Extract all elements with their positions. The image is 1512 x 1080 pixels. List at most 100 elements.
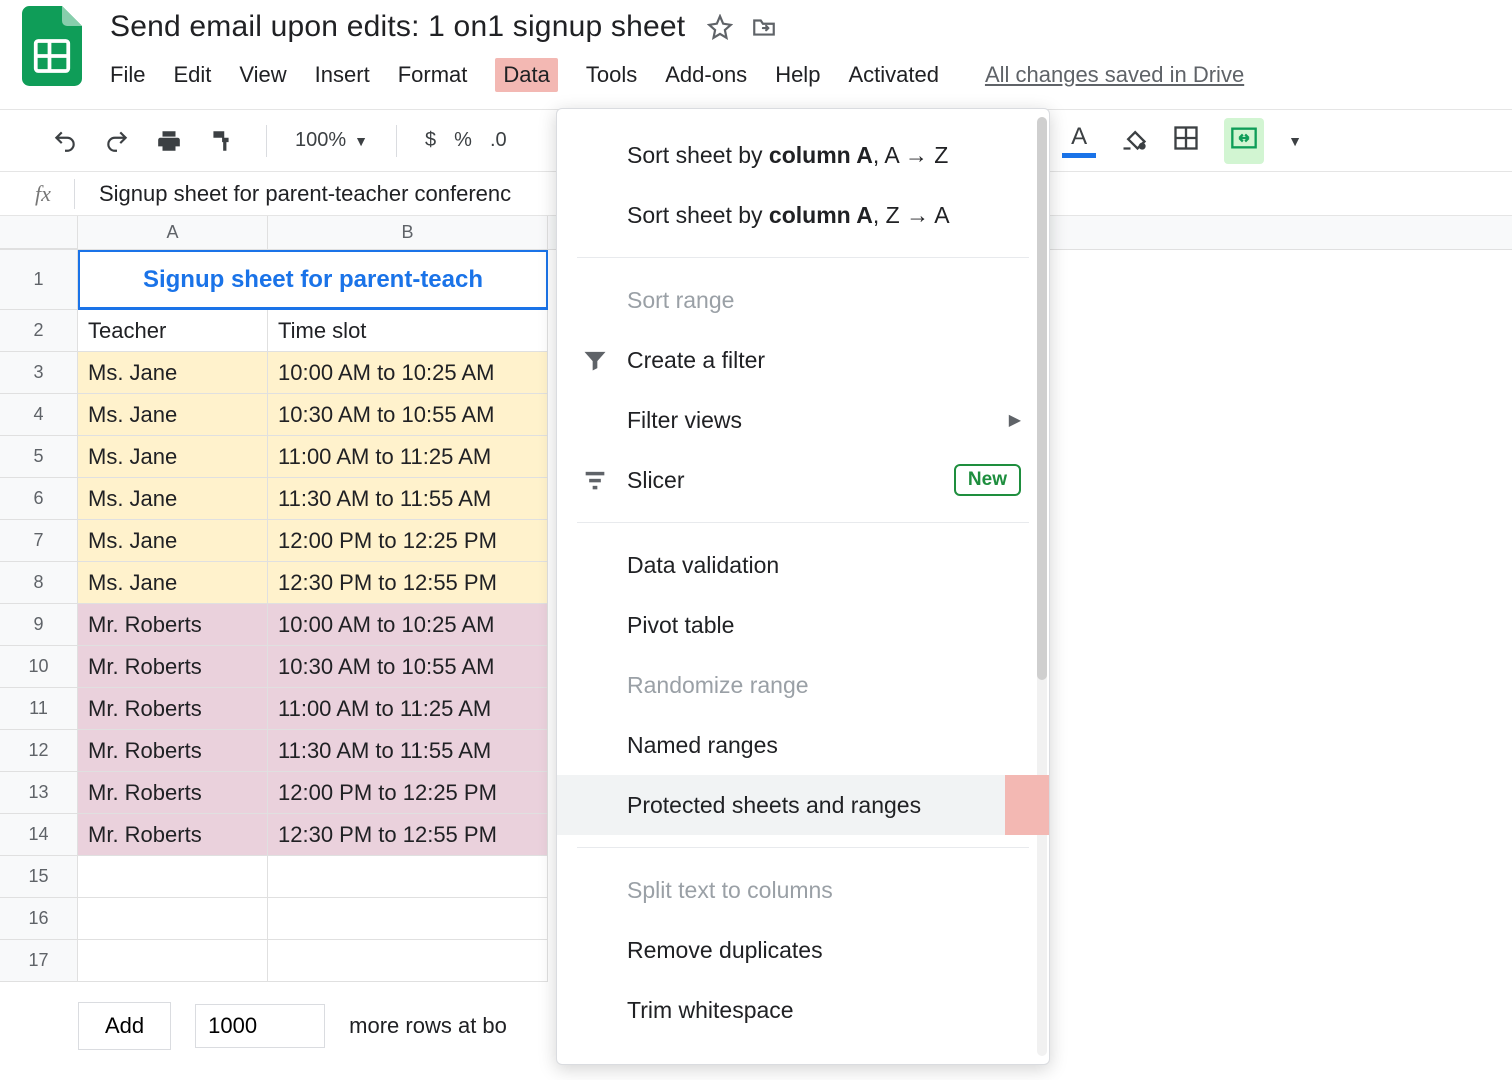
row-header[interactable]: 13 — [0, 772, 78, 814]
header-cell-timeslot[interactable]: Time slot — [268, 310, 548, 352]
menu-addons[interactable]: Add-ons — [665, 62, 747, 88]
format-currency-button[interactable]: $ — [425, 129, 436, 152]
cell-timeslot[interactable]: 11:00 AM to 11:25 AM — [268, 436, 548, 478]
move-to-folder-icon[interactable] — [751, 14, 777, 40]
cell-teacher[interactable]: Ms. Jane — [78, 562, 268, 604]
cell-timeslot[interactable]: 11:30 AM to 11:55 AM — [268, 730, 548, 772]
empty-cell[interactable] — [78, 940, 268, 982]
row-header[interactable]: 15 — [0, 856, 78, 898]
cell-timeslot[interactable]: 10:30 AM to 10:55 AM — [268, 646, 548, 688]
decrease-decimal-button[interactable]: .0 — [490, 129, 507, 152]
cell-teacher[interactable]: Mr. Roberts — [78, 772, 268, 814]
merge-cells-button[interactable] — [1224, 118, 1264, 164]
doc-title[interactable]: Send email upon edits: 1 on1 signup shee… — [110, 10, 685, 44]
zoom-select[interactable]: 100% ▼ — [295, 129, 368, 152]
add-rows-input[interactable] — [195, 1004, 325, 1048]
fill-color-button[interactable] — [1120, 124, 1148, 158]
cell-timeslot[interactable]: 10:00 AM to 10:25 AM — [268, 604, 548, 646]
cell-timeslot[interactable]: 11:30 AM to 11:55 AM — [268, 478, 548, 520]
menu-data[interactable]: Data — [495, 58, 557, 92]
menu-view[interactable]: View — [239, 62, 286, 88]
header-cell-teacher[interactable]: Teacher — [78, 310, 268, 352]
row-header[interactable]: 3 — [0, 352, 78, 394]
cell-teacher[interactable]: Mr. Roberts — [78, 814, 268, 856]
menu-data-validation[interactable]: Data validation — [557, 535, 1049, 595]
sheets-logo-icon[interactable] — [22, 6, 82, 86]
cell-timeslot[interactable]: 10:00 AM to 10:25 AM — [268, 352, 548, 394]
cell-timeslot[interactable]: 12:30 PM to 12:55 PM — [268, 562, 548, 604]
menu-named-ranges[interactable]: Named ranges — [557, 715, 1049, 775]
row-header[interactable]: 4 — [0, 394, 78, 436]
cell-teacher[interactable]: Mr. Roberts — [78, 688, 268, 730]
fx-icon: fx — [12, 181, 74, 207]
separator — [577, 847, 1029, 848]
cell-timeslot[interactable]: 10:30 AM to 10:55 AM — [268, 394, 548, 436]
menu-edit[interactable]: Edit — [173, 62, 211, 88]
empty-cell[interactable] — [268, 940, 548, 982]
menu-insert[interactable]: Insert — [315, 62, 370, 88]
row-header[interactable]: 8 — [0, 562, 78, 604]
row-header[interactable]: 14 — [0, 814, 78, 856]
menu-format[interactable]: Format — [398, 62, 468, 88]
menu-tools[interactable]: Tools — [586, 62, 637, 88]
menu-remove-duplicates[interactable]: Remove duplicates — [557, 920, 1049, 980]
menu-create-filter[interactable]: Create a filter — [557, 330, 1049, 390]
print-icon[interactable] — [152, 124, 186, 158]
format-percent-button[interactable]: % — [454, 129, 472, 152]
row-header[interactable]: 12 — [0, 730, 78, 772]
menu-help[interactable]: Help — [775, 62, 820, 88]
cell-timeslot[interactable]: 12:00 PM to 12:25 PM — [268, 772, 548, 814]
paint-format-icon[interactable] — [204, 124, 238, 158]
caret-down-icon[interactable]: ▼ — [1288, 133, 1302, 149]
menu-file[interactable]: File — [110, 62, 145, 88]
column-header-B[interactable]: B — [268, 216, 548, 249]
formula-input[interactable]: Signup sheet for parent-teacher conferen… — [99, 181, 511, 207]
cell-timeslot[interactable]: 12:00 PM to 12:25 PM — [268, 520, 548, 562]
empty-cell[interactable] — [78, 898, 268, 940]
menu-activated[interactable]: Activated — [848, 62, 939, 88]
empty-cell[interactable] — [268, 856, 548, 898]
separator — [577, 522, 1029, 523]
row-header[interactable]: 1 — [0, 250, 78, 310]
empty-cell[interactable] — [78, 856, 268, 898]
menu-protected-sheets[interactable]: Protected sheets and ranges — [557, 775, 1049, 835]
row-header[interactable]: 7 — [0, 520, 78, 562]
menu-sort-az[interactable]: Sort sheet by column A, A → Z — [557, 125, 1049, 185]
row-header[interactable]: 5 — [0, 436, 78, 478]
redo-icon[interactable] — [100, 124, 134, 158]
menu-trim-whitespace[interactable]: Trim whitespace — [557, 980, 1049, 1040]
text-color-button[interactable]: A — [1062, 123, 1096, 158]
row-header[interactable]: 17 — [0, 940, 78, 982]
borders-button[interactable] — [1172, 124, 1200, 158]
menu-slicer[interactable]: Slicer New — [557, 450, 1049, 510]
row-header[interactable]: 11 — [0, 688, 78, 730]
cell-timeslot[interactable]: 11:00 AM to 11:25 AM — [268, 688, 548, 730]
row-header[interactable]: 10 — [0, 646, 78, 688]
cell-teacher[interactable]: Mr. Roberts — [78, 730, 268, 772]
cell-teacher[interactable]: Ms. Jane — [78, 520, 268, 562]
row-header[interactable]: 6 — [0, 478, 78, 520]
select-all-corner[interactable] — [0, 216, 78, 249]
merged-title-cell[interactable]: Signup sheet for parent-teach — [78, 250, 548, 310]
cell-teacher[interactable]: Ms. Jane — [78, 478, 268, 520]
menu-sort-za[interactable]: Sort sheet by column A, Z → A — [557, 185, 1049, 245]
add-rows-footer: Add more rows at bo — [78, 1002, 507, 1050]
cell-teacher[interactable]: Ms. Jane — [78, 436, 268, 478]
menu-filter-views[interactable]: Filter views ▶ — [557, 390, 1049, 450]
star-icon[interactable] — [707, 14, 733, 40]
cell-teacher[interactable]: Mr. Roberts — [78, 646, 268, 688]
filter-icon — [581, 346, 609, 374]
cell-teacher[interactable]: Mr. Roberts — [78, 604, 268, 646]
cell-teacher[interactable]: Ms. Jane — [78, 352, 268, 394]
column-header-A[interactable]: A — [78, 216, 268, 249]
empty-cell[interactable] — [268, 898, 548, 940]
undo-icon[interactable] — [48, 124, 82, 158]
add-rows-button[interactable]: Add — [78, 1002, 171, 1050]
row-header[interactable]: 9 — [0, 604, 78, 646]
cell-teacher[interactable]: Ms. Jane — [78, 394, 268, 436]
menu-pivot-table[interactable]: Pivot table — [557, 595, 1049, 655]
row-header[interactable]: 2 — [0, 310, 78, 352]
cell-timeslot[interactable]: 12:30 PM to 12:55 PM — [268, 814, 548, 856]
save-status[interactable]: All changes saved in Drive — [985, 62, 1244, 88]
row-header[interactable]: 16 — [0, 898, 78, 940]
